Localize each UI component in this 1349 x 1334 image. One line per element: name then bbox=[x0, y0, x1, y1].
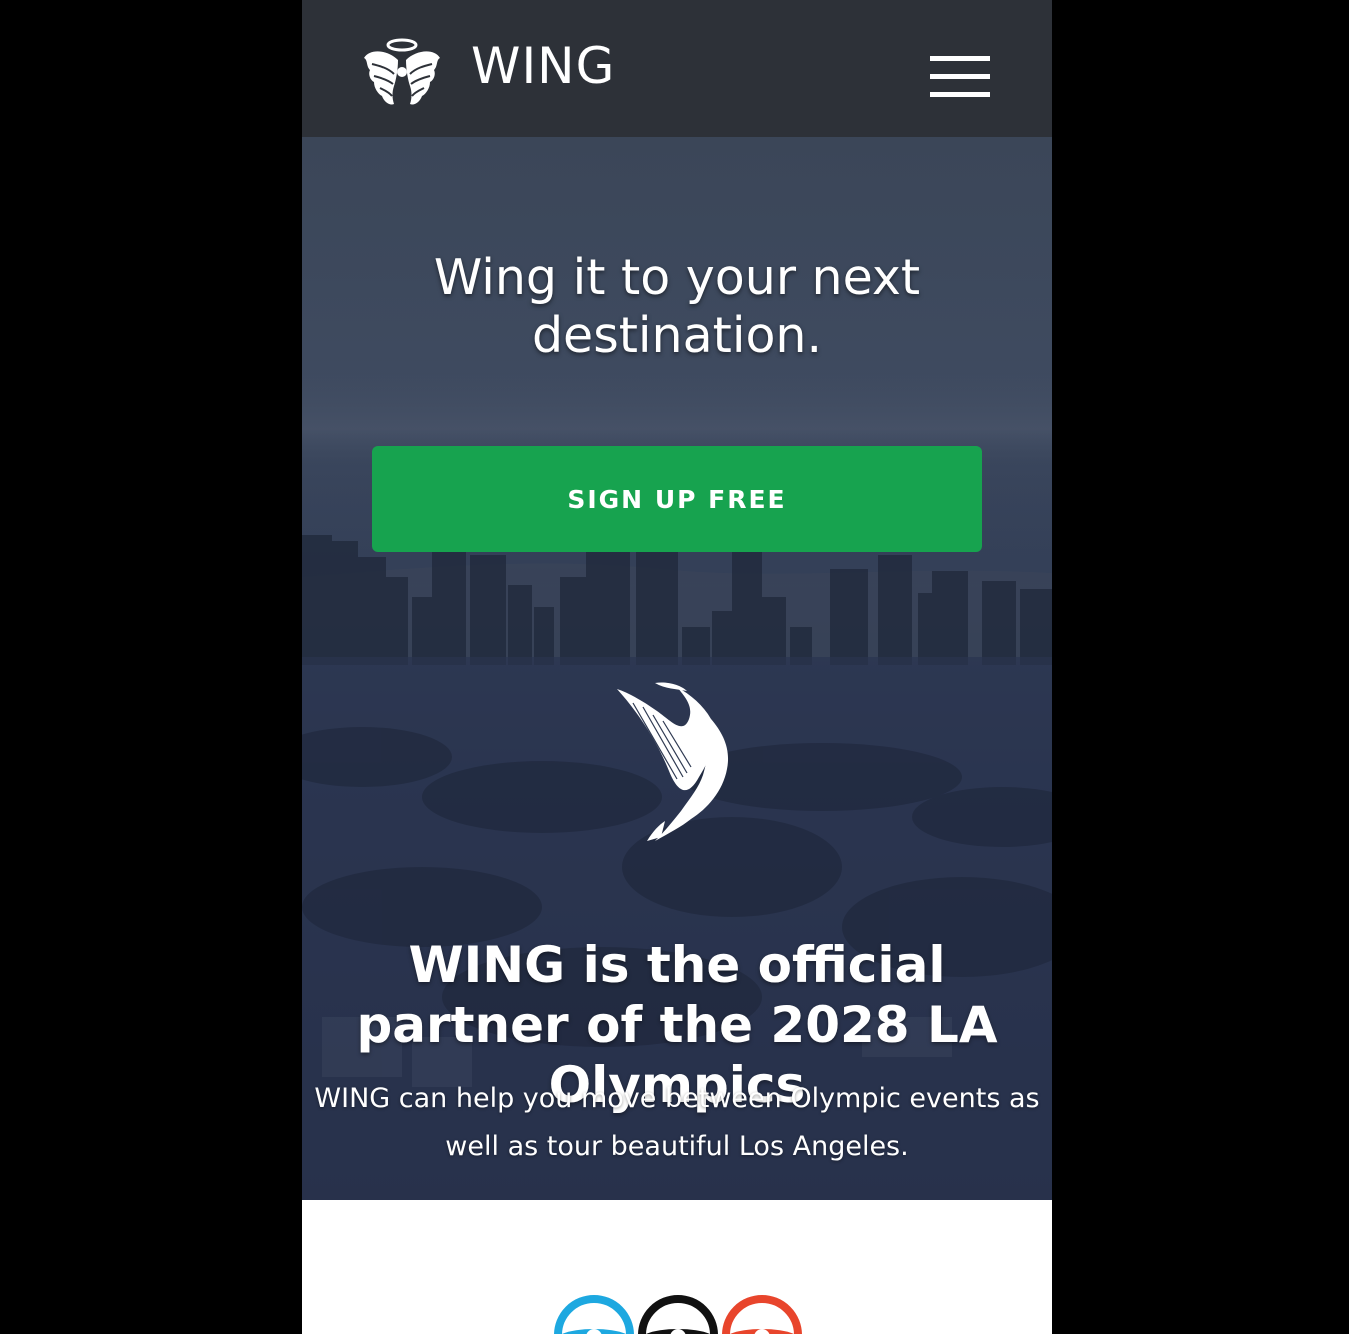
menu-bar bbox=[930, 92, 990, 97]
hero-title: Wing it to your next destination. bbox=[433, 249, 921, 364]
sign-up-free-button[interactable]: SIGN UP FREE bbox=[372, 446, 982, 552]
hamburger-menu-icon[interactable] bbox=[930, 56, 990, 98]
menu-bar bbox=[930, 74, 990, 79]
brand-name[interactable]: WING bbox=[471, 36, 615, 96]
mobile-viewport: WING Wing it to your next destination. S… bbox=[302, 0, 1052, 1334]
steering-wheel-icon bbox=[638, 1295, 718, 1334]
partner-description: WING can help you move between Olympic e… bbox=[314, 1083, 1040, 1162]
steering-wheel-icon bbox=[722, 1295, 802, 1334]
winged-figure-icon bbox=[617, 682, 729, 841]
top-navbar: WING bbox=[302, 0, 1052, 137]
winged-halo-logo-icon[interactable] bbox=[362, 36, 442, 108]
steering-wheel-icon bbox=[554, 1295, 634, 1334]
menu-bar bbox=[930, 56, 990, 61]
features-section bbox=[302, 1200, 1052, 1334]
hero-section: Wing it to your next destination. SIGN U… bbox=[302, 137, 1052, 1200]
